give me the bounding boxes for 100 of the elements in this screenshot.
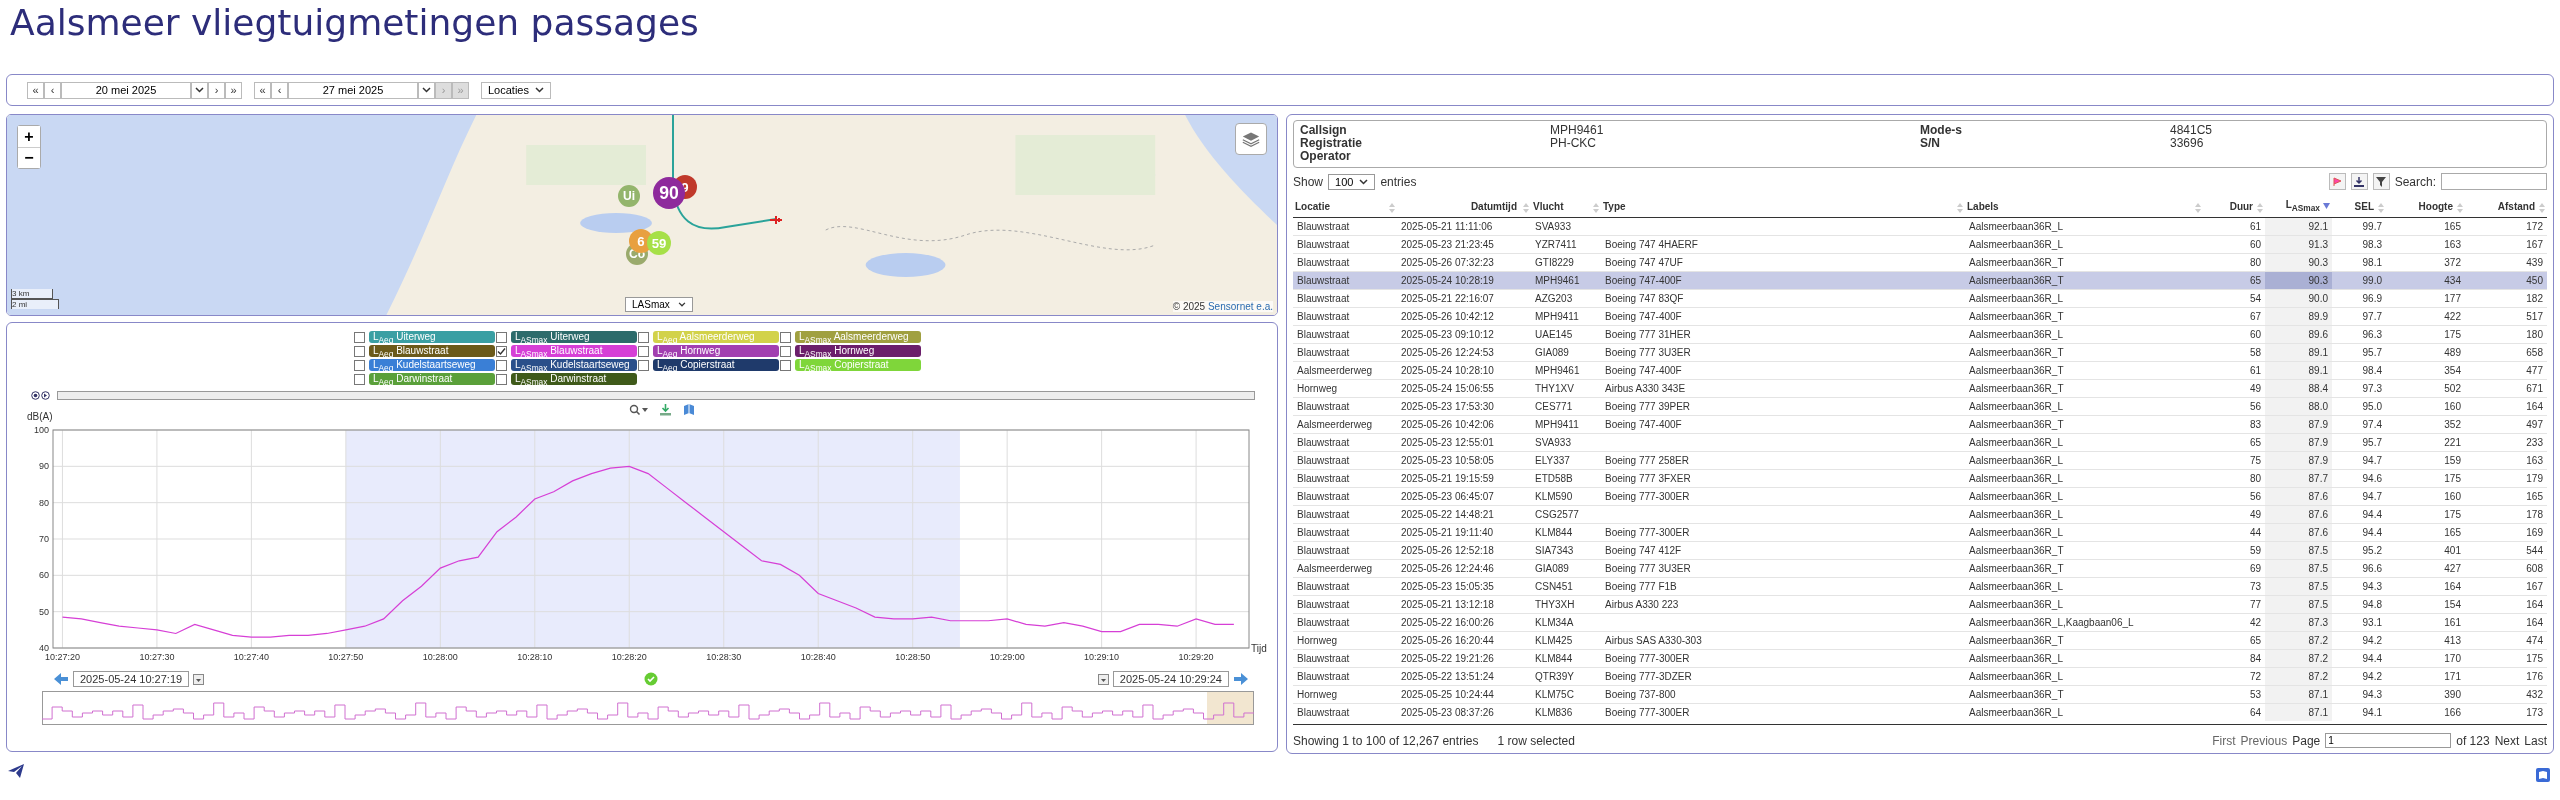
play-controls-icon[interactable] xyxy=(31,391,51,400)
table-row[interactable]: Blauwstraat 2025-05-23 09:10:12 UAE145 Boeing 777 31HER Aalsmeerbaan36R_L 60 89.6 96.3 175 180 xyxy=(1293,325,2547,344)
locations-select[interactable]: Locaties xyxy=(481,81,551,99)
table-row[interactable]: Blauwstraat 2025-05-23 08:37:26 KLM836 Boeing 777-300ER Aalsmeerbaan36R_L 64 87.1 94.1 166 173 xyxy=(1293,703,2547,721)
table-cell: Aalsmeerbaan36R_L xyxy=(1969,221,2063,232)
book-icon[interactable] xyxy=(682,403,695,416)
check-icon[interactable] xyxy=(644,672,658,686)
table-row[interactable]: Blauwstraat 2025-05-23 10:58:05 ELY337 Boeing 777 258ER Aalsmeerbaan36R_L 75 87.9 94.7 159 163 xyxy=(1293,451,2547,470)
legend-checkbox[interactable] xyxy=(354,359,365,371)
table-row[interactable]: Aalsmeerderweg 2025-05-26 12:24:46 GIA089 Boeing 777 3U3ER Aalsmeerbaan36R_T 69 87.5 96.6 427 608 xyxy=(1293,559,2547,578)
table-row[interactable]: Blauwstraat 2025-05-26 12:24:53 GIA089 Boeing 777 3U3ER Aalsmeerbaan36R_T 58 89.1 95.7 489 658 xyxy=(1293,343,2547,362)
previous-page-link[interactable]: Previous xyxy=(2240,733,2288,748)
legend-checkbox[interactable] xyxy=(354,331,365,343)
arrow-left-icon[interactable] xyxy=(53,672,69,686)
table-row[interactable]: Blauwstraat 2025-05-23 15:05:35 CSN451 Boeing 777 F1B Aalsmeerbaan36R_L 73 87.5 94.3 164 167 xyxy=(1293,577,2547,596)
table-row[interactable]: Blauwstraat 2025-05-22 14:48:21 CSG2577 Aalsmeerbaan36R_L 49 87.6 94.4 175 178 xyxy=(1293,505,2547,524)
date-field[interactable]: 27 mei 2025 xyxy=(288,81,418,99)
table-row[interactable]: Blauwstraat 2025-05-22 16:00:26 KLM34A Aalsmeerbaan36R_L,Kaagbaan06_L 42 87.3 93.1 161 164 xyxy=(1293,613,2547,632)
date-field[interactable]: 20 mei 2025 xyxy=(61,81,191,99)
legend-checkbox[interactable] xyxy=(780,331,791,343)
calendar-icon[interactable] xyxy=(1097,673,1109,685)
zoom-icon[interactable] xyxy=(629,403,649,416)
legend-checkbox[interactable] xyxy=(780,345,791,357)
end-date-field[interactable]: 2025-05-24 10:29:24 xyxy=(1112,671,1229,687)
table-row[interactable]: Blauwstraat 2025-05-21 13:12:18 THY3XH Airbus A330 223 Aalsmeerbaan36R_L 77 87.5 94.8 154 164 xyxy=(1293,595,2547,614)
column-header[interactable]: SEL xyxy=(2332,195,2386,218)
table-row[interactable]: Hornweg 2025-05-24 15:06:55 THY1XV Airbus A330 343E Aalsmeerbaan36R_T 49 88.4 97.3 502 671 xyxy=(1293,379,2547,398)
range-scrollbar[interactable] xyxy=(57,391,1255,400)
page-length-select[interactable]: 100 xyxy=(1328,173,1376,190)
series-label[interactable]: L$_{ASmax}$ Kudelstaartseweg xyxy=(511,359,637,371)
table-row[interactable]: Blauwstraat 2025-05-22 13:51:24 QTR39Y Boeing 777-3DZER Aalsmeerbaan36R_L 72 87.2 94.2 171 176 xyxy=(1293,667,2547,686)
table-row[interactable]: Blauwstraat 2025-05-21 22:16:07 AZG203 Boeing 747 83QF Aalsmeerbaan36R_L 54 90.0 96.9 177 182 xyxy=(1293,289,2547,308)
first-button[interactable]: « xyxy=(27,81,44,99)
legend-checkbox[interactable] xyxy=(780,359,791,371)
table-row[interactable]: Blauwstraat 2025-05-23 21:23:45 YZR7411 Boeing 747 4HAERF Aalsmeerbaan36R_L 60 91.3 98.3 163 167 xyxy=(1293,235,2547,254)
table-row[interactable]: Blauwstraat 2025-05-21 19:11:40 KLM844 Boeing 777-300ER Aalsmeerbaan36R_L 44 87.6 94.4 165 169 xyxy=(1293,523,2547,542)
column-header[interactable]: Vlucht xyxy=(1531,195,1601,218)
attribution-text: © 2025 xyxy=(1172,301,1206,312)
legend-checkbox[interactable] xyxy=(496,345,507,357)
last-page-link[interactable]: Last xyxy=(2524,733,2547,748)
series-label[interactable]: L$_{ASmax}$ Uiterweg xyxy=(511,331,637,343)
legend-checkbox[interactable] xyxy=(638,345,649,357)
column-header[interactable]: Duur xyxy=(2203,195,2265,218)
column-header[interactable]: Afstand xyxy=(2465,195,2547,218)
table-row[interactable]: Blauwstraat 2025-05-26 12:52:18 SIA7343 Boeing 747 412F Aalsmeerbaan36R_T 59 87.5 95.2 401 544 xyxy=(1293,541,2547,560)
legend-checkbox[interactable] xyxy=(496,373,507,385)
column-header[interactable]: Labels xyxy=(1965,195,2203,218)
previous-button[interactable]: ‹ xyxy=(271,81,288,99)
paper-plane-icon[interactable] xyxy=(8,764,24,778)
column-header[interactable]: Locatie xyxy=(1293,195,1397,218)
overview-navigator[interactable] xyxy=(42,691,1254,725)
table-row[interactable]: Blauwstraat 2025-05-24 10:28:19 MPH9461 Boeing 747-400F Aalsmeerbaan36R_T 65 90.3 99.0 434 450 xyxy=(1293,271,2547,290)
last-button[interactable]: » xyxy=(225,81,242,99)
column-header[interactable]: Hoogte xyxy=(2386,195,2465,218)
sort-icon xyxy=(1593,203,1599,213)
series-label[interactable]: L$_{ASmax}$ Darwinstraat xyxy=(511,373,637,385)
metric-select[interactable]: LASmax xyxy=(625,297,693,312)
layers-button[interactable] xyxy=(1235,123,1267,155)
legend-checkbox[interactable] xyxy=(496,359,507,371)
series-label[interactable]: L$_{ASmax}$ Blauwstraat xyxy=(511,345,637,357)
previous-button[interactable]: ‹ xyxy=(44,81,61,99)
dropdown-button[interactable] xyxy=(191,81,208,99)
series-label[interactable]: L$_{ASmax}$ Hornweg xyxy=(795,345,921,357)
first-page-link[interactable]: First xyxy=(2212,733,2236,748)
legend-checkbox[interactable] xyxy=(354,345,365,357)
first-button[interactable]: « xyxy=(254,81,271,99)
calendar-icon[interactable] xyxy=(193,673,205,685)
start-date-field[interactable]: 2025-05-24 10:27:19 xyxy=(73,671,190,687)
dropdown-button[interactable] xyxy=(418,81,435,99)
arrow-right-icon[interactable] xyxy=(1233,672,1249,686)
table-row[interactable]: Blauwstraat 2025-05-22 19:21:26 KLM844 Boeing 777-300ER Aalsmeerbaan36R_L 84 87.2 94.4 170 175 xyxy=(1293,649,2547,668)
next-button[interactable]: › xyxy=(208,81,225,99)
legend-checkbox[interactable] xyxy=(354,373,365,385)
column-header[interactable]: L$_{ASmax}$ xyxy=(2265,195,2332,218)
download-icon[interactable] xyxy=(659,403,672,416)
legend-checkbox[interactable] xyxy=(496,331,507,343)
legend-checkbox[interactable] xyxy=(638,359,649,371)
attribution-link[interactable]: Sensornet e.a. xyxy=(1207,301,1273,312)
table-row[interactable]: Blauwstraat 2025-05-23 12:55:01 SVA933 Aalsmeerbaan36R_L 65 87.9 95.7 221 233 xyxy=(1293,433,2547,452)
table-row[interactable]: Hornweg 2025-05-26 16:20:44 KLM425 Airbus SAS A330-303 Aalsmeerbaan36R_T 65 87.2 94.2 413 474 xyxy=(1293,631,2547,650)
export-button[interactable] xyxy=(2350,173,2368,190)
search-field[interactable] xyxy=(2441,173,2547,190)
table-row[interactable]: Blauwstraat 2025-05-26 10:42:12 MPH9411 Boeing 747-400F Aalsmeerbaan36R_T 67 89.9 97.7 422 517 xyxy=(1293,307,2547,326)
columns-button[interactable] xyxy=(2328,173,2346,190)
next-page-link[interactable]: Next xyxy=(2494,733,2520,748)
table-row[interactable]: Blauwstraat 2025-05-23 06:45:07 KLM590 Boeing 777-300ER Aalsmeerbaan36R_L 56 87.6 94.7 160 165 xyxy=(1293,487,2547,506)
table-row[interactable]: Blauwstraat 2025-05-21 11:11:06 SVA933 Aalsmeerbaan36R_L 61 92.1 99.7 165 172 xyxy=(1293,217,2547,236)
table-row[interactable]: Aalsmeerderweg 2025-05-26 10:42:06 MPH9411 Boeing 747-400F Aalsmeerbaan36R_T 83 87.9 97.4 352 497 xyxy=(1293,415,2547,434)
column-header[interactable]: Type xyxy=(1601,195,1965,218)
zoom-in-button[interactable]: + xyxy=(18,126,40,147)
help-book-icon[interactable] xyxy=(2536,768,2550,782)
page-number-field[interactable]: 1 xyxy=(2325,733,2452,748)
zoom-out-button[interactable]: − xyxy=(18,147,40,168)
table-row[interactable]: Aalsmeerderweg 2025-05-24 10:28:10 MPH9461 Boeing 747-400F Aalsmeerbaan36R_T 61 89.1 98.4 354 477 xyxy=(1293,361,2547,380)
legend-checkbox[interactable] xyxy=(638,331,649,343)
table-row[interactable]: Blauwstraat 2025-05-21 19:15:59 ETD58B Boeing 777 3FXER Aalsmeerbaan36R_L 80 87.7 94.6 175 179 xyxy=(1293,469,2547,488)
column-header[interactable]: Datumtijd xyxy=(1397,195,1531,218)
filter-button[interactable] xyxy=(2372,173,2390,190)
table-row[interactable]: Blauwstraat 2025-05-23 17:53:30 CES771 Boeing 777 39PER Aalsmeerbaan36R_L 56 88.0 95.0 160 164 xyxy=(1293,397,2547,416)
table-row[interactable]: Hornweg 2025-05-25 10:24:44 KLM75C Boeing 737-800 Aalsmeerbaan36R_T 53 87.1 94.3 390 432 xyxy=(1293,685,2547,704)
